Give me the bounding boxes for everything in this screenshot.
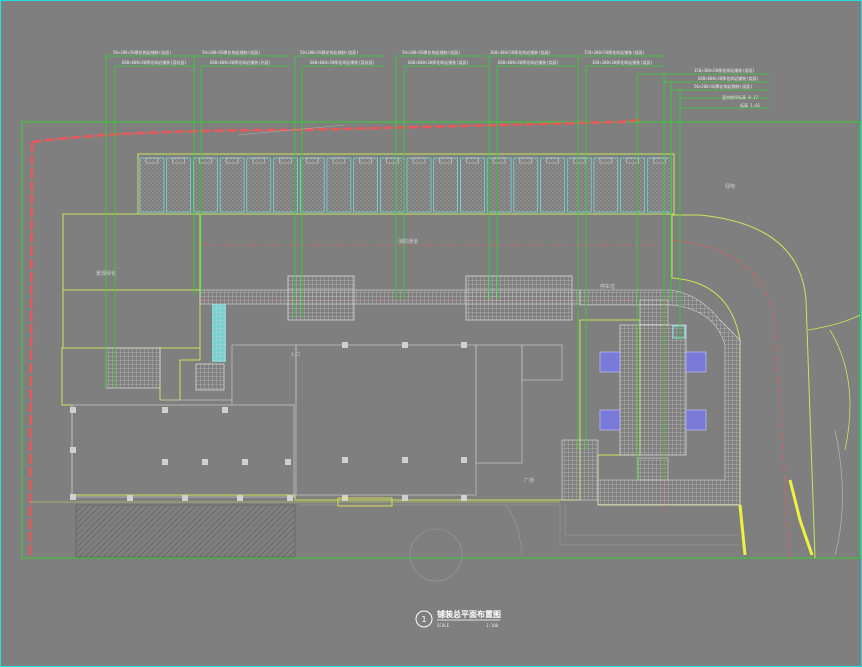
drawing-title: 铺装总平面布置图 [437,609,501,619]
column [402,495,408,501]
parking-bay [540,157,565,213]
drawing-title-block: 1 铺装总平面布置图 SCALE 1:100 [415,609,501,628]
drawing-scale-value: 1:100 [486,623,499,628]
area-label-c: 入口 [290,352,300,358]
parking-bay [433,157,459,213]
note-2-line2: 600×600×30厚花岗岩铺装(荔枝面) [310,59,375,65]
parking-bay [166,157,192,213]
right-note-2: 50×200×50厚花岗岩铺装(烧面) [694,83,753,89]
note-1-line1: 50×200×50厚花岗岩铺装(烧面) [202,49,261,55]
right-note-1: 600×600×30厚花岗岩铺装(烧面) [698,75,759,81]
column [202,459,208,465]
note-4-line2: 600×600×30厚花岗岩铺装(烧面) [498,59,559,65]
column [402,457,408,463]
parking-bay [139,157,165,213]
column [461,457,467,463]
paving-court [619,324,687,456]
column [342,342,348,348]
column [70,407,76,413]
elevation-line1: 室内地坪标高 0.17 [722,94,759,100]
parking-bay [593,157,619,213]
note-2-line1: 50×200×50厚花岗岩铺装(烧面) [300,49,359,55]
note-1-line2: 600×600×30厚花岗岩铺装(光面) [210,59,271,65]
area-label-d: 消防通道 [398,238,418,245]
column [461,342,467,348]
column [162,407,168,413]
parking-bays [139,157,672,213]
paving-plaza-1 [287,275,355,321]
drawing-scale-label: SCALE [437,623,450,628]
fountain [599,351,621,373]
notes: 50×200×50厚花岗岩铺装(烧面) 600×600×30厚花岗岩铺装(荔枝面… [113,49,761,108]
column [402,342,408,348]
parking-bay [646,157,672,213]
note-3-line1: 50×200×50厚花岗岩铺装(烧面) [402,49,461,55]
parking-bay [513,157,539,213]
parking-bay [406,157,432,213]
parking-bay [620,157,645,213]
parking-bay [326,157,352,213]
note-4-line1: 300×300×50厚花岗岩铺装(烧面) [490,49,551,55]
parking-bay [219,157,245,213]
note-5-line1: 150×300×50厚花岗岩铺装(烧面) [584,49,645,55]
area-label-b: 停车位 [600,283,615,290]
parking-bay [299,157,325,213]
area-label-f: 绿地 [725,183,735,190]
parking-bay [246,157,272,213]
parking-bay [273,157,298,213]
column [182,495,188,501]
note-5-line2: 300×300×30厚花岗岩铺装(烧面) [592,59,653,65]
drawing-number: 1 [421,615,426,624]
right-note-0: 150×300×50厚花岗岩铺装(烧面) [694,67,755,73]
area-label-a: 景观绿化 [96,270,116,277]
column [461,495,467,501]
column [162,459,168,465]
column [242,459,248,465]
note-0-line1: 50×200×50厚花岗岩铺装(烧面) [113,49,172,55]
hatched-zone [75,504,296,558]
note-0-line2: 600×600×30厚花岗岩铺装(荔枝面) [122,59,187,65]
area-label-e: 广场 [524,477,534,484]
column [237,495,243,501]
site-plan: 景观绿化 消防通道 入口 广场 绿地 停车位 50×200×50厚花岗岩铺装(烧… [21,49,861,628]
column [70,447,76,453]
column [342,457,348,463]
parking-bay [566,157,592,213]
column [70,494,76,500]
column [127,495,133,501]
column [222,407,228,413]
road-edge [672,214,816,559]
parking-bay [486,157,512,213]
parking-bay [353,157,378,213]
parking-bay [379,157,405,213]
parking-bay [193,157,218,213]
column [287,495,293,501]
paving-plaza-2 [465,275,573,321]
note-3-line2: 600×600×30厚花岗岩铺装(烧面) [408,59,469,65]
elevation-line2: 标高 1.01 [740,102,761,108]
parking-bay [460,157,485,213]
column [285,459,291,465]
